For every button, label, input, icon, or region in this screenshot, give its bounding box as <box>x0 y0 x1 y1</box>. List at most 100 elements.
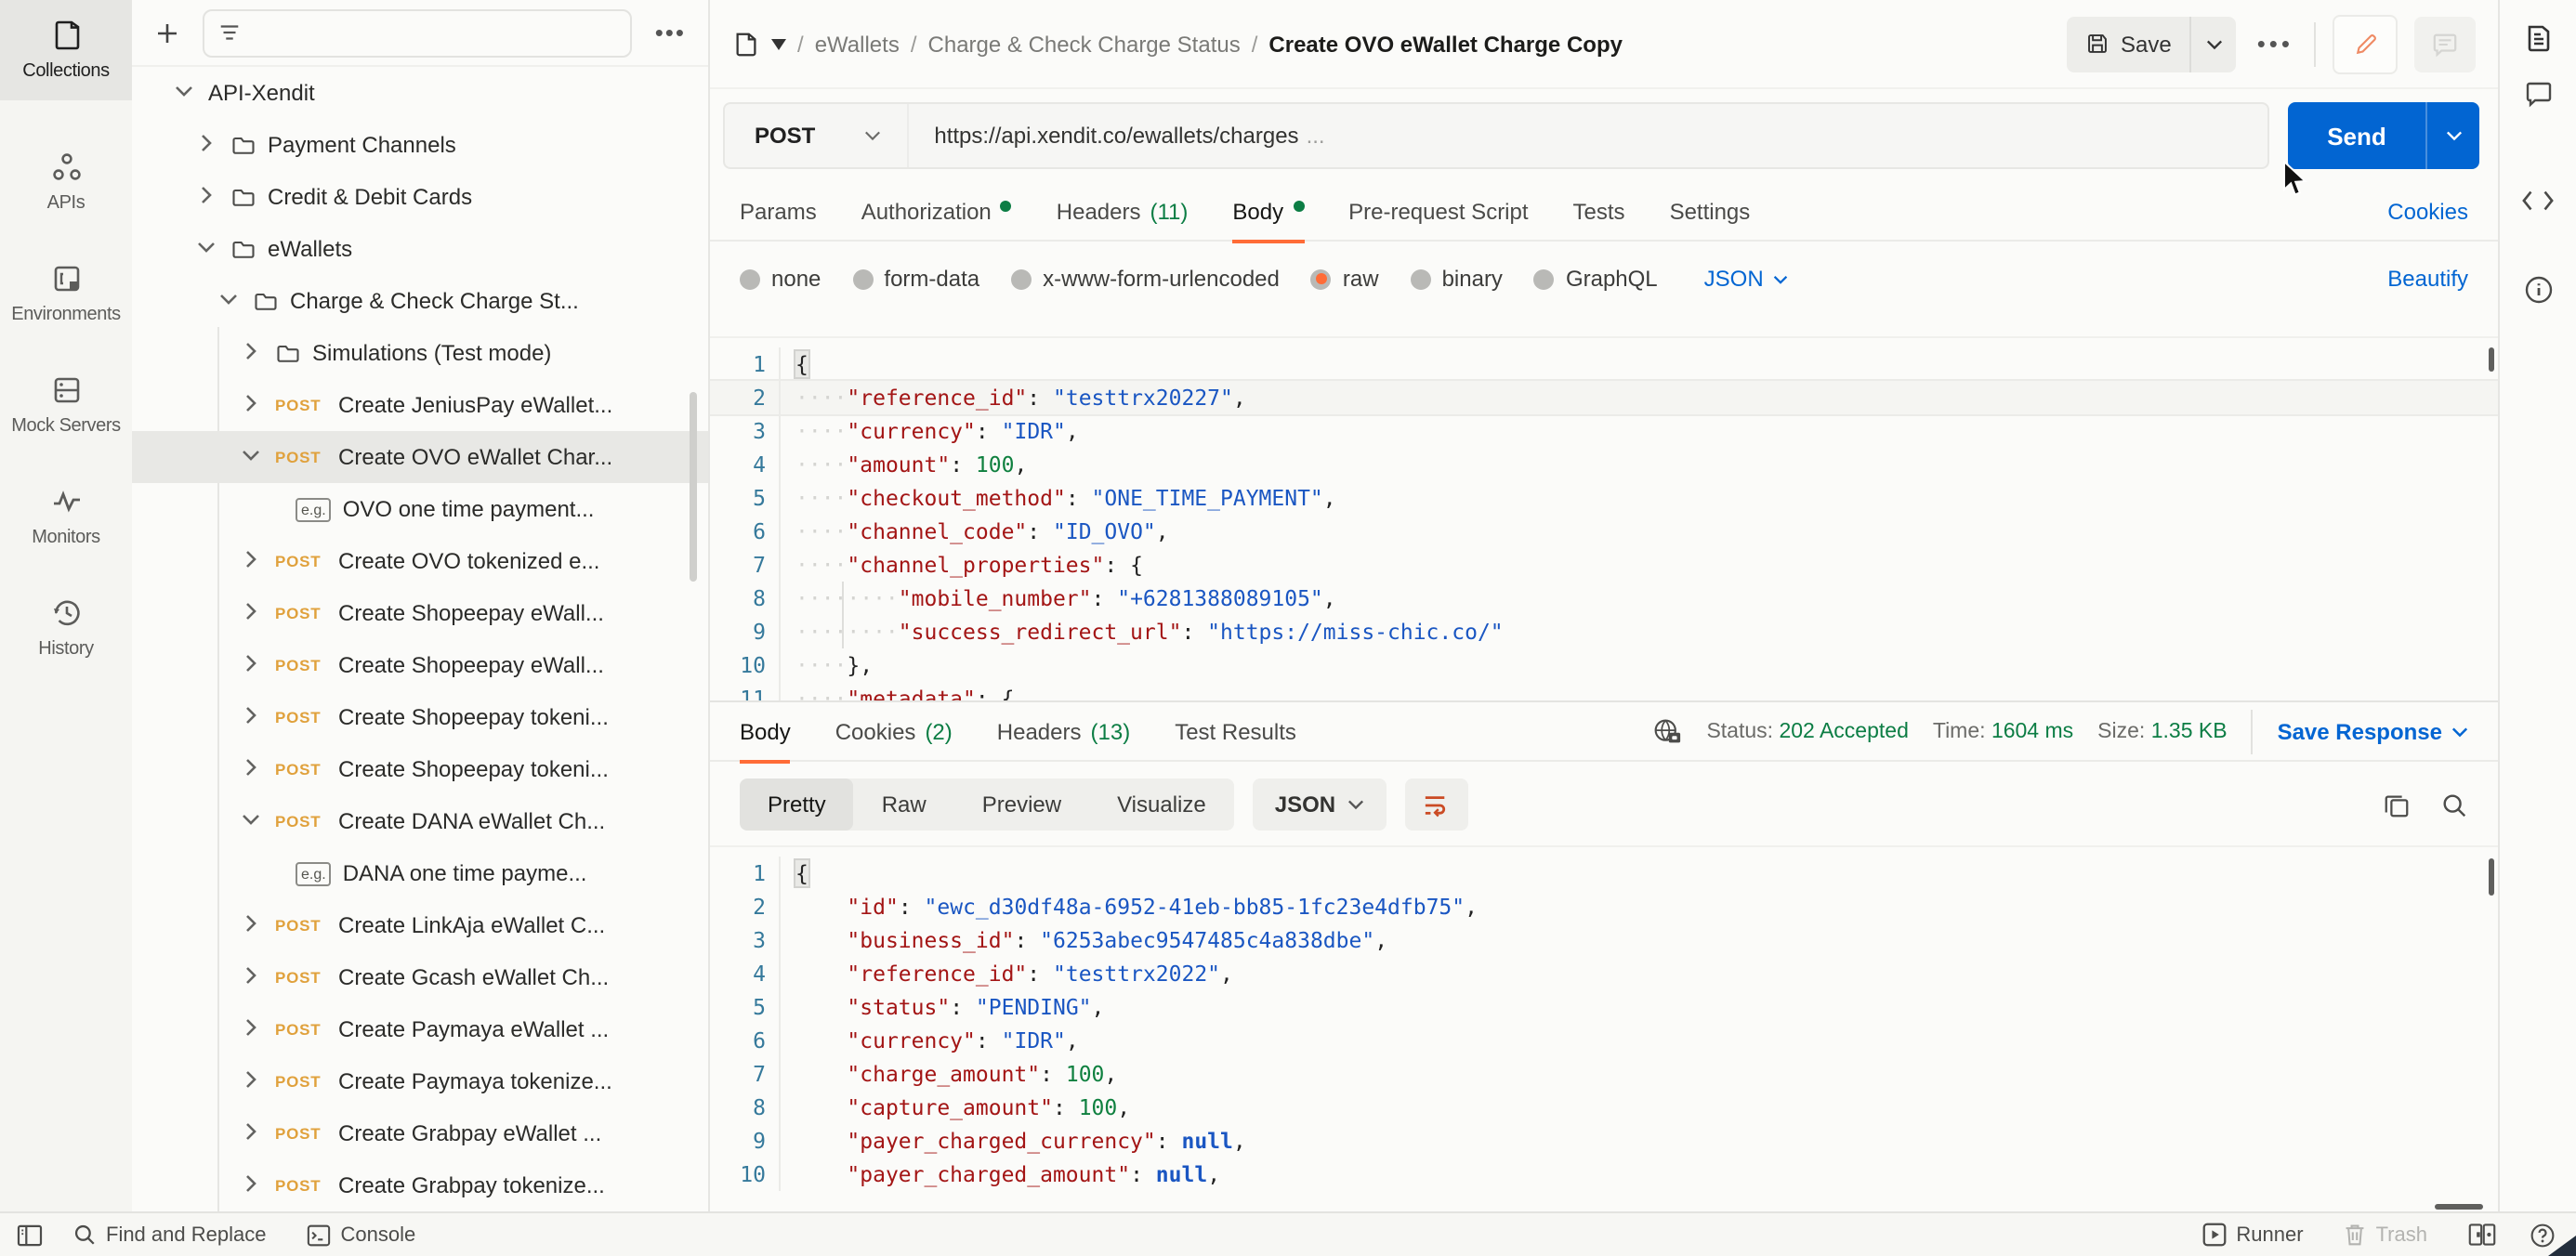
tab-settings[interactable]: Settings <box>1670 181 1751 241</box>
method-selector[interactable]: POST <box>725 104 906 167</box>
sidebar-item[interactable]: POSTCreate Paymaya tokenize... <box>132 1055 708 1107</box>
runner-button[interactable]: Runner <box>2202 1223 2303 1247</box>
body-mode-raw[interactable]: raw <box>1311 266 1379 292</box>
wrap-text-button[interactable] <box>1404 778 1467 831</box>
sidebar-item[interactable]: POSTCreate Paymaya eWallet ... <box>132 1003 708 1055</box>
sidebar-item[interactable]: Simulations (Test mode) <box>132 327 708 379</box>
breadcrumb-item[interactable]: Create OVO eWallet Charge Copy <box>1268 31 1623 57</box>
chevron-right-icon[interactable] <box>242 1122 264 1145</box>
request-language-dropdown[interactable]: JSON <box>1704 266 1788 292</box>
tab-tests[interactable]: Tests <box>1573 181 1625 241</box>
rail-item-environments[interactable]: Environments <box>0 238 132 349</box>
chevron-right-icon[interactable] <box>242 394 264 416</box>
sidebar-search-input[interactable] <box>203 8 633 57</box>
request-body-editor[interactable]: 1{2····"reference_id": "testtrx20227",3·… <box>710 336 2498 702</box>
tab-headers[interactable]: Headers(11) <box>1057 181 1189 241</box>
chevron-down-icon[interactable] <box>197 238 219 260</box>
breadcrumb-item[interactable]: eWallets <box>815 31 900 57</box>
breadcrumb-item[interactable]: Charge & Check Charge Status <box>928 31 1241 57</box>
rail-item-history[interactable]: History <box>0 572 132 684</box>
chevron-down-icon[interactable] <box>175 82 197 104</box>
body-mode-GraphQL[interactable]: GraphQL <box>1534 266 1658 292</box>
response-tab-headers[interactable]: Headers(13) <box>997 701 1130 761</box>
rail-item-apis[interactable]: APIs <box>0 126 132 238</box>
split-panes-button[interactable] <box>2468 1223 2496 1247</box>
save-response-button[interactable]: Save Response <box>2278 718 2468 744</box>
tab-params[interactable]: Params <box>740 181 817 241</box>
chevron-right-icon[interactable] <box>242 1018 264 1040</box>
body-mode-x-www-form-urlencoded[interactable]: x-www-form-urlencoded <box>1011 266 1280 292</box>
sidebar-item[interactable]: Credit & Debit Cards <box>132 171 708 223</box>
chevron-right-icon[interactable] <box>242 550 264 572</box>
sidebar-item[interactable]: API-Xendit <box>132 67 708 119</box>
view-preview[interactable]: Preview <box>954 778 1089 831</box>
chevron-right-icon[interactable] <box>242 342 264 364</box>
sidebar-item[interactable]: POSTCreate OVO tokenized e... <box>132 535 708 587</box>
sidebar-item[interactable]: e.g.DANA one time payme... <box>132 847 708 899</box>
view-visualize[interactable]: Visualize <box>1089 778 1234 831</box>
comment-button[interactable] <box>2414 16 2476 72</box>
request-more-button[interactable]: ••• <box>2254 30 2297 58</box>
response-language-dropdown[interactable]: JSON <box>1253 778 1386 831</box>
sidebar-item[interactable]: eWallets <box>132 223 708 275</box>
sidebar-item[interactable]: POSTCreate JeniusPay eWallet... <box>132 379 708 431</box>
chevron-right-icon[interactable] <box>242 758 264 780</box>
sidebar-scrollbar[interactable] <box>690 392 697 582</box>
new-button[interactable] <box>147 12 188 53</box>
body-mode-none[interactable]: none <box>740 266 821 292</box>
body-mode-form-data[interactable]: form-data <box>852 266 979 292</box>
chevron-down-icon[interactable] <box>242 446 264 468</box>
body-mode-binary[interactable]: binary <box>1411 266 1503 292</box>
tab-body[interactable]: Body <box>1232 181 1304 241</box>
tab-pre-request-script[interactable]: Pre-request Script <box>1348 181 1528 241</box>
url-input[interactable]: https://api.xendit.co/ewallets/charges .… <box>906 104 2267 167</box>
rail-item-collections[interactable]: Collections <box>0 0 132 100</box>
chevron-right-icon[interactable] <box>242 966 264 988</box>
save-options-button[interactable] <box>2190 16 2237 72</box>
chevron-right-icon[interactable] <box>197 134 219 156</box>
response-tab-cookies[interactable]: Cookies(2) <box>835 701 953 761</box>
find-and-replace-button[interactable]: Find and Replace <box>72 1223 266 1247</box>
trash-button[interactable]: Trash <box>2345 1223 2427 1247</box>
request-editor-scrollbar[interactable] <box>2489 347 2494 372</box>
view-pretty[interactable]: Pretty <box>740 778 854 831</box>
sidebar-item[interactable]: POSTCreate Shopeepay eWall... <box>132 587 708 639</box>
sidebar-item[interactable]: Payment Channels <box>132 119 708 171</box>
chevron-right-icon[interactable] <box>242 1174 264 1197</box>
rail-item-monitors[interactable]: Monitors <box>0 461 132 572</box>
search-icon[interactable] <box>2440 791 2468 818</box>
chevron-right-icon[interactable] <box>242 602 264 624</box>
chevron-right-icon[interactable] <box>197 186 219 208</box>
copy-icon[interactable] <box>2383 791 2411 818</box>
chevron-right-icon[interactable] <box>242 1070 264 1092</box>
sidebar-more-button[interactable]: ••• <box>648 19 693 46</box>
sidebar-item[interactable]: POSTCreate Grabpay tokenize... <box>132 1159 708 1211</box>
sidebar-item[interactable]: POSTCreate DANA eWallet Ch... <box>132 795 708 847</box>
chevron-down-icon[interactable] <box>219 290 242 312</box>
documentation-button[interactable] <box>2523 22 2553 54</box>
sidebar-item[interactable]: POSTCreate Shopeepay tokeni... <box>132 743 708 795</box>
save-button[interactable]: Save <box>2067 31 2190 57</box>
chevron-right-icon[interactable] <box>242 706 264 728</box>
send-options-button[interactable] <box>2425 102 2479 169</box>
comments-button[interactable] <box>2523 80 2553 108</box>
beautify-link[interactable]: Beautify <box>2387 266 2468 292</box>
sidebar-item[interactable]: POSTCreate Shopeepay tokeni... <box>132 691 708 743</box>
chevron-right-icon[interactable] <box>242 914 264 936</box>
response-editor-scrollbar[interactable] <box>2489 858 2494 896</box>
response-tab-body[interactable]: Body <box>740 701 791 761</box>
sidebar-item[interactable]: POSTCreate LinkAja eWallet C... <box>132 899 708 951</box>
response-body-editor[interactable]: 1{2 "id": "ewc_d30df48a-6952-41eb-bb85-1… <box>710 845 2498 1213</box>
sidebar-item[interactable]: POSTCreate Shopeepay eWall... <box>132 639 708 691</box>
code-snippet-button[interactable] <box>2522 190 2554 212</box>
sidebar-item[interactable]: POSTCreate Gcash eWallet Ch... <box>132 951 708 1003</box>
sidebar-item[interactable]: Charge & Check Charge St... <box>132 275 708 327</box>
chevron-right-icon[interactable] <box>242 654 264 676</box>
info-button[interactable] <box>2523 275 2553 305</box>
sidebar-item[interactable]: POSTCreate OVO eWallet Char... <box>132 431 708 483</box>
sidebar-item[interactable]: POSTCreate Grabpay eWallet ... <box>132 1107 708 1159</box>
rail-item-mock-servers[interactable]: Mock Servers <box>0 349 132 461</box>
sidebar-toggle-button[interactable] <box>17 1223 43 1246</box>
edit-button[interactable] <box>2333 14 2398 73</box>
chevron-down-icon[interactable] <box>242 810 264 832</box>
